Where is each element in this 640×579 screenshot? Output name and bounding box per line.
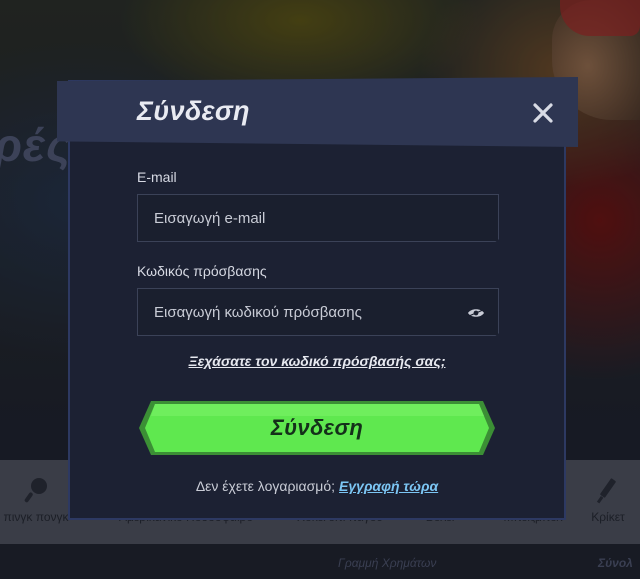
forgot-password-row: Ξεχάσατε τον κωδικό πρόσβασής σας; [0,353,634,371]
close-button[interactable] [530,100,556,126]
password-label: Κωδικός πρόσβασης [137,263,267,279]
login-button-label: Σύνδεση [270,415,364,440]
signup-row: Δεν έχετε λογαριασμό; Εγγραφή τώρα [0,478,634,494]
sport-item-cricket[interactable]: Κρίκετ [580,460,636,544]
signup-link[interactable]: Εγγραφή τώρα [339,478,438,494]
modal-header [57,77,578,147]
forgot-password-link[interactable]: Ξεχάσατε τον κωδικό πρόσβασής σας; [189,353,446,369]
eye-icon[interactable] [467,306,485,320]
password-field[interactable] [138,289,498,335]
close-icon [530,100,556,126]
money-line-dropdown[interactable]: Γραμμή Χρημάτων [338,556,436,570]
hero-cap-image [560,0,640,36]
signup-prompt: Δεν έχετε λογαριασμό; [195,478,336,494]
email-label: E-mail [137,169,177,185]
email-field-wrapper [137,194,499,242]
total-tab[interactable]: Σύνολ [598,556,633,570]
login-button[interactable]: Σύνδεση [137,398,497,458]
password-field-wrapper [137,288,499,336]
email-field[interactable] [138,195,498,241]
modal-title: Σύνδεση [137,96,250,126]
sport-label: Κρίκετ [591,510,625,524]
sub-nav: Γραμμή Χρημάτων Σύνολ [0,544,640,579]
